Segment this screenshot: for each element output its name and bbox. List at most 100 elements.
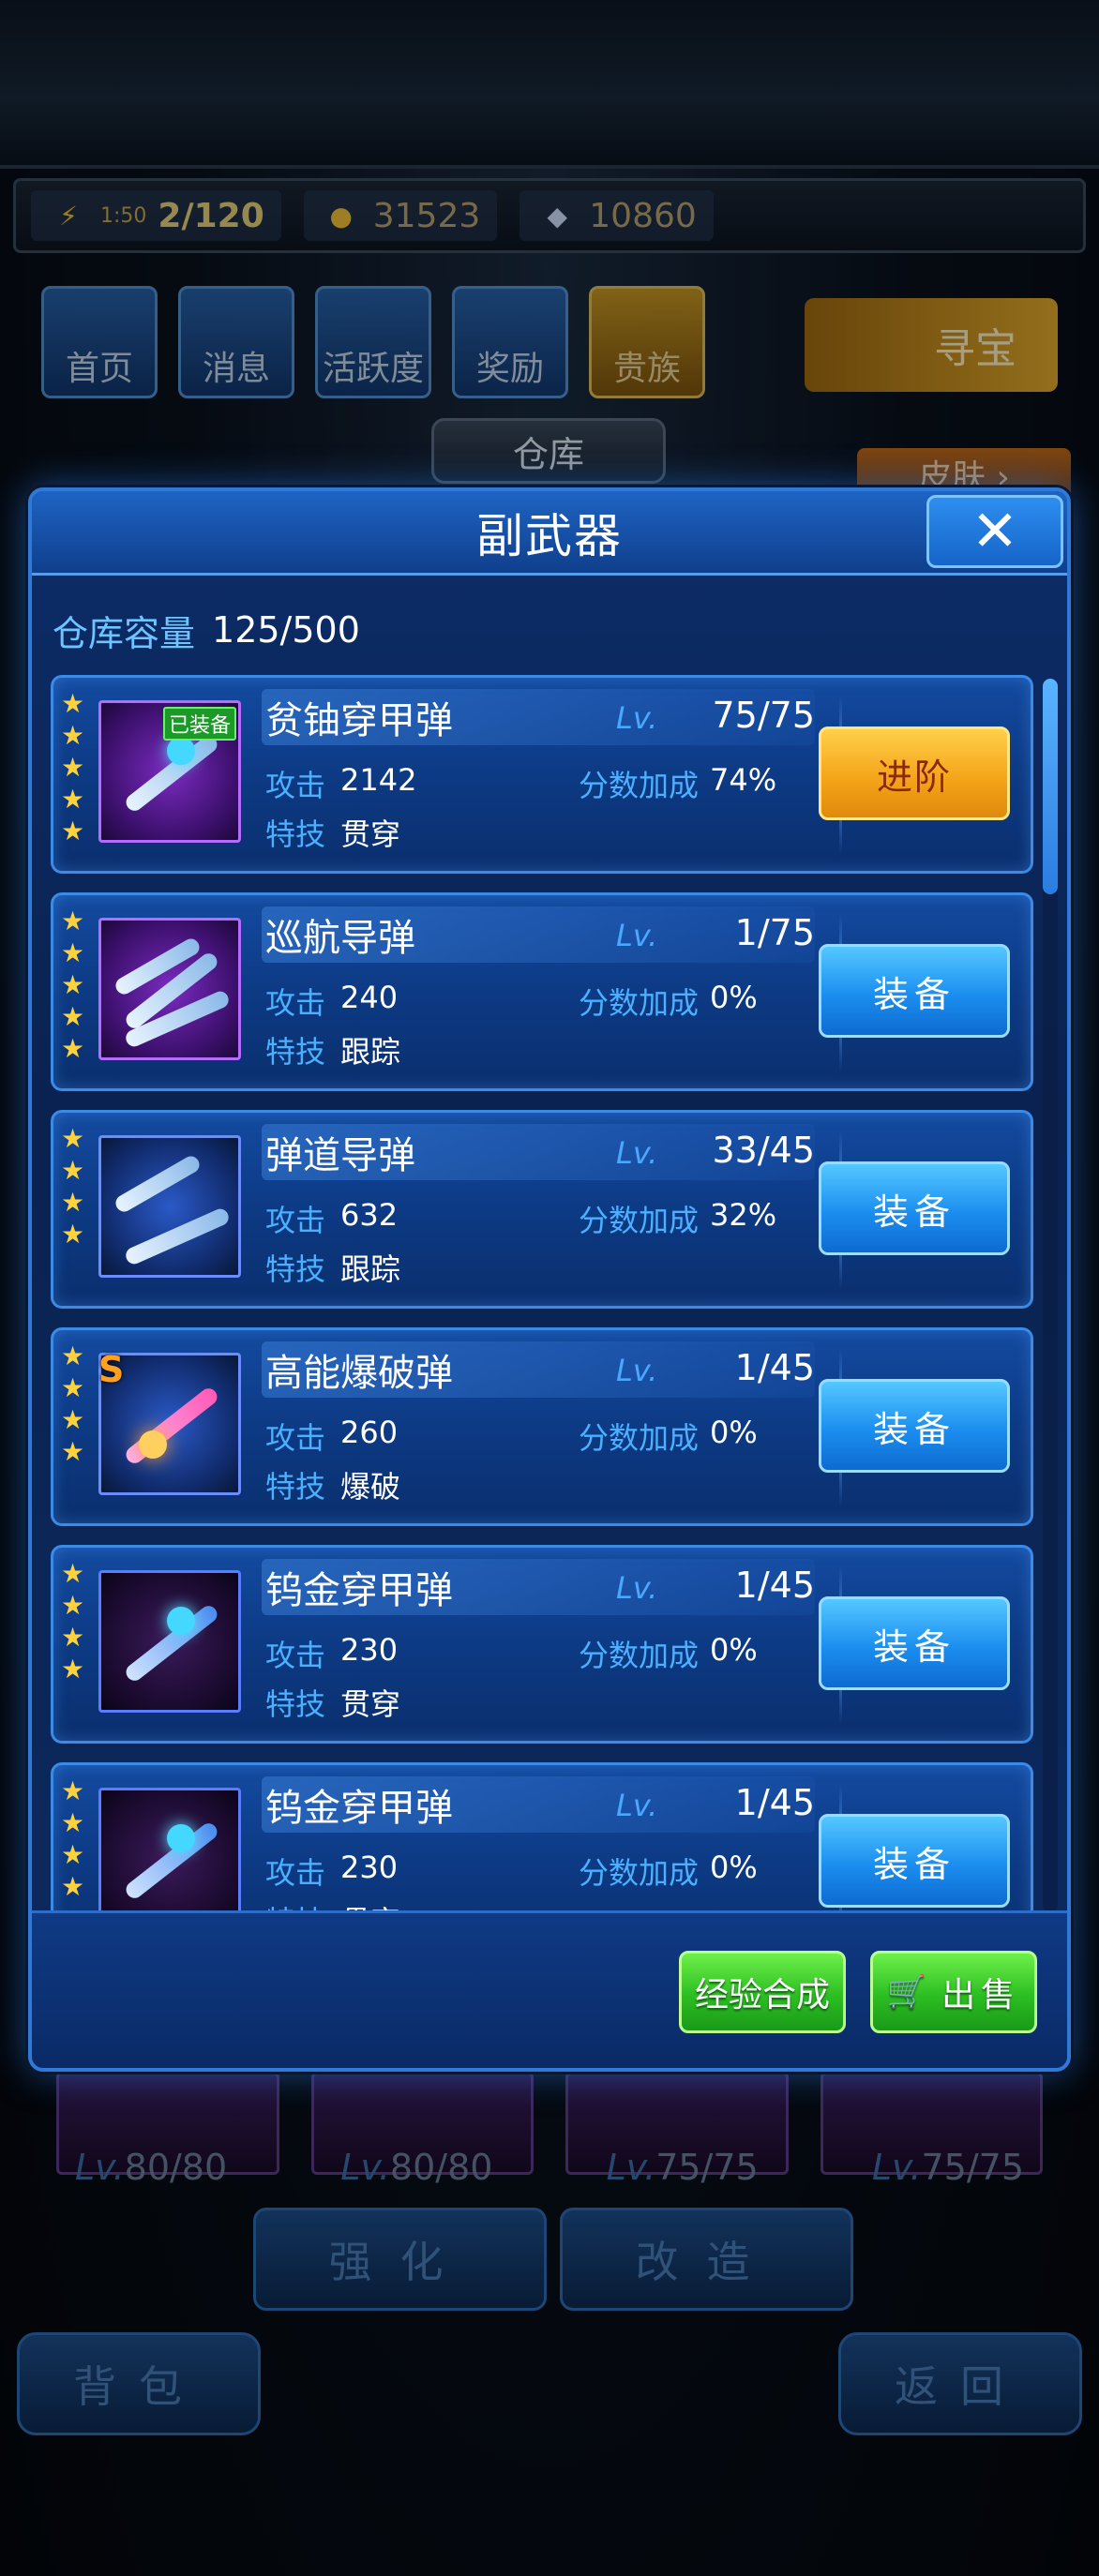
star-icon: ★ xyxy=(61,1590,85,1621)
star-icon: ★ xyxy=(61,1807,85,1838)
star-icon: ★ xyxy=(61,1775,85,1806)
attack-value: 240 xyxy=(340,980,399,1015)
bonus-label: 分数加成 xyxy=(579,1420,700,1456)
weapon-item: ★ ★ ★ ★ S 高能爆破弹 Lv. 1/45 攻击 260 分数加成 0% xyxy=(51,1327,1033,1526)
equipped-badge: 已装备 xyxy=(162,707,236,741)
secondary-weapon-modal: 副武器 ✕ 仓库容量 125/500 ★ ★ ★ ★ ★ 已装备 贫铀穿甲弹 L… xyxy=(28,487,1071,2072)
skill-stat: 特技 跟踪 xyxy=(265,1028,400,1071)
weapon-item: ★ ★ ★ ★ 钨金穿甲弹 Lv. 1/45 攻击 230 分数加成 0% 特技 xyxy=(51,1545,1033,1744)
star-icon: ★ xyxy=(61,1187,85,1218)
modal-footer: 经验合成 🛒 出售 xyxy=(32,1910,1067,2068)
star-icon: ★ xyxy=(61,1001,85,1032)
missile-graphic xyxy=(123,1206,232,1267)
level-value: 1/45 xyxy=(734,1347,815,1388)
weapon-icon[interactable]: 已装备 xyxy=(98,700,241,843)
star-icon: ★ xyxy=(61,688,85,719)
equip-button[interactable]: 装备 xyxy=(819,1379,1010,1473)
star-icon: ★ xyxy=(61,937,85,968)
bonus-label: 分数加成 xyxy=(579,1855,700,1891)
attack-label: 攻击 xyxy=(265,1203,326,1238)
score-bonus: 分数加成 32% xyxy=(579,1197,776,1240)
bonus-value: 32% xyxy=(710,1197,777,1233)
sell-button[interactable]: 🛒 出售 xyxy=(870,1951,1037,2033)
weapon-list[interactable]: ★ ★ ★ ★ ★ 已装备 贫铀穿甲弹 Lv. 75/75 攻击 2142 分数… xyxy=(51,675,1033,1918)
missile-graphic xyxy=(122,1385,221,1467)
skill-label: 特技 xyxy=(265,1034,326,1070)
level-value: 75/75 xyxy=(712,695,815,736)
attack-stat: 攻击 260 xyxy=(265,1415,398,1458)
cart-icon: 🛒 xyxy=(886,1973,933,2011)
bonus-label: 分数加成 xyxy=(579,1638,700,1673)
level-label: Lv. xyxy=(616,918,658,953)
weapon-icon[interactable] xyxy=(98,1788,241,1918)
bonus-value: 0% xyxy=(710,1632,758,1668)
attack-stat: 攻击 2142 xyxy=(265,762,416,805)
exp-combine-button[interactable]: 经验合成 xyxy=(679,1951,846,2033)
attack-stat: 攻击 230 xyxy=(265,1850,398,1893)
skill-stat: 特技 爆破 xyxy=(265,1463,400,1506)
level-label: Lv. xyxy=(616,1570,658,1606)
modal-header: 副武器 ✕ xyxy=(32,491,1067,576)
weapon-item: ★ ★ ★ ★ ★ 已装备 贫铀穿甲弹 Lv. 75/75 攻击 2142 分数… xyxy=(51,675,1033,874)
weapon-icon[interactable] xyxy=(98,1570,241,1713)
skill-label: 特技 xyxy=(265,1251,326,1287)
close-button[interactable]: ✕ xyxy=(926,495,1063,568)
attack-stat: 攻击 632 xyxy=(265,1197,398,1240)
weapon-item: ★ ★ ★ ★ ★ 巡航导弹 Lv. 1/75 攻击 240 分数加成 0% 特… xyxy=(51,892,1033,1091)
bonus-value: 0% xyxy=(710,980,758,1015)
weapon-icon[interactable] xyxy=(98,1135,241,1278)
capacity-value: 125/500 xyxy=(212,609,360,651)
missile-glow xyxy=(167,1607,195,1635)
bonus-label: 分数加成 xyxy=(579,768,700,803)
attack-label: 攻击 xyxy=(265,1420,326,1456)
skill-value: 爆破 xyxy=(340,1469,401,1505)
attack-stat: 攻击 240 xyxy=(265,980,398,1023)
weapon-icon[interactable] xyxy=(98,918,241,1060)
equip-button[interactable]: 装备 xyxy=(819,1814,1010,1908)
bonus-value: 74% xyxy=(710,762,777,798)
skill-label: 特技 xyxy=(265,1686,326,1722)
equip-button[interactable]: 装备 xyxy=(819,1596,1010,1690)
s-rank-badge: S xyxy=(98,1349,125,1390)
skill-stat: 特技 跟踪 xyxy=(265,1246,400,1289)
star-icon: ★ xyxy=(61,969,85,1000)
star-rating: ★ ★ ★ ★ xyxy=(61,1126,89,1248)
star-icon: ★ xyxy=(61,1654,85,1685)
missile-glow xyxy=(167,1824,195,1852)
star-icon: ★ xyxy=(61,1155,85,1186)
equip-button[interactable]: 装备 xyxy=(819,1161,1010,1255)
equip-button[interactable]: 装备 xyxy=(819,944,1010,1038)
attack-value: 2142 xyxy=(340,762,417,798)
star-icon: ★ xyxy=(61,784,85,815)
star-icon: ★ xyxy=(61,1839,85,1870)
score-bonus: 分数加成 0% xyxy=(579,1632,758,1675)
star-icon: ★ xyxy=(61,1340,85,1371)
scrollbar[interactable] xyxy=(1043,679,1058,1912)
attack-value: 230 xyxy=(340,1850,399,1885)
level-label: Lv. xyxy=(616,1135,658,1171)
attack-label: 攻击 xyxy=(265,768,326,803)
advance-button[interactable]: 进阶 xyxy=(819,726,1010,820)
star-icon: ★ xyxy=(61,1123,85,1154)
bonus-label: 分数加成 xyxy=(579,1203,700,1238)
level-value: 1/45 xyxy=(734,1565,815,1606)
explosion-glow xyxy=(139,1430,167,1459)
level-value: 1/75 xyxy=(734,912,815,953)
star-icon: ★ xyxy=(61,720,85,751)
star-icon: ★ xyxy=(61,906,85,936)
level-label: Lv. xyxy=(616,700,658,736)
star-rating: ★ ★ ★ ★ xyxy=(61,1343,89,1465)
scroll-thumb[interactable] xyxy=(1043,679,1058,894)
bonus-label: 分数加成 xyxy=(579,985,700,1021)
skill-value: 跟踪 xyxy=(340,1034,401,1070)
star-icon: ★ xyxy=(61,1219,85,1250)
skill-stat: 特技 贯穿 xyxy=(265,1681,400,1724)
skill-stat: 特技 贯穿 xyxy=(265,811,400,854)
star-icon: ★ xyxy=(61,1436,85,1467)
modal-title: 副武器 xyxy=(476,508,623,563)
score-bonus: 分数加成 0% xyxy=(579,980,758,1023)
star-rating: ★ ★ ★ ★ ★ xyxy=(61,908,89,1062)
score-bonus: 分数加成 0% xyxy=(579,1850,758,1893)
attack-label: 攻击 xyxy=(265,1855,326,1891)
star-rating: ★ ★ ★ ★ xyxy=(61,1561,89,1683)
